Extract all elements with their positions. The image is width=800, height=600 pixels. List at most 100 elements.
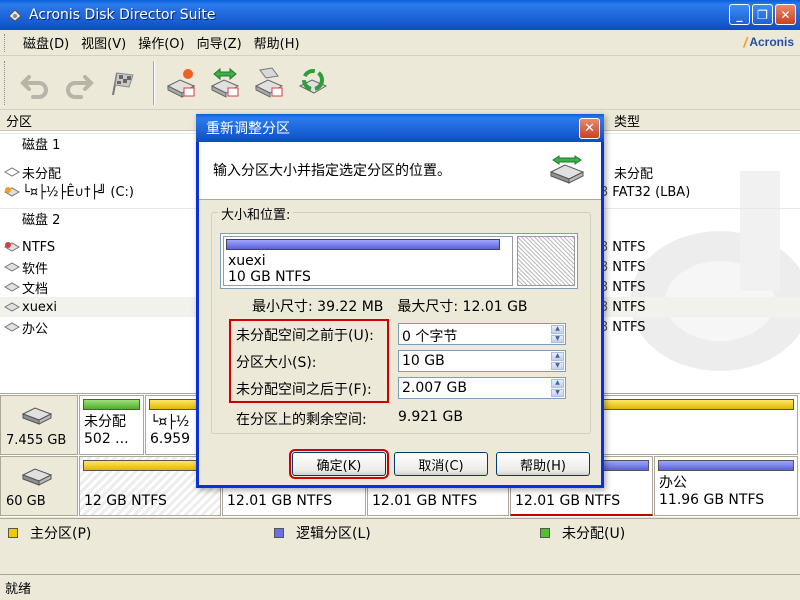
partition-name: └¤├½├Ê∪†├╝ (C:) — [22, 184, 134, 200]
column-partition[interactable]: 分区 — [6, 111, 32, 130]
segment-line2: 6.959 — [150, 431, 191, 447]
disk1-size: 7.455 GB — [6, 433, 67, 448]
disk2-label[interactable]: 60 GB — [0, 456, 78, 516]
unallocated-before-input[interactable]: 0 个字节 ▲ ▼ — [398, 323, 566, 345]
partition-position-slider[interactable]: xuexi 10 GB NTFS — [220, 233, 578, 289]
commit-flag-icon — [112, 71, 134, 95]
remaining-space-label: 在分区上的剩余空间: — [236, 412, 367, 428]
max-size: 最大尺寸: 12.01 GB — [397, 299, 528, 315]
partition-type: 3 NTFS — [600, 240, 645, 255]
cancel-button[interactable]: 取消(C) — [394, 452, 488, 476]
menu-view[interactable]: 视图(V) — [75, 33, 132, 52]
close-button[interactable]: ✕ — [775, 4, 796, 25]
segment-label: 12.01 GB NTFS — [372, 493, 478, 509]
unallocated-swatch — [540, 527, 550, 538]
segment-label: 办公 11.96 GB NTFS — [659, 475, 764, 509]
window-title: Acronis Disk Director Suite — [29, 7, 216, 23]
segment-line1: 未分配 — [84, 414, 126, 430]
recovery-icon — [254, 66, 284, 98]
spin-arrows: ▲ ▼ — [551, 352, 564, 370]
unallocated-after-label: 未分配空间之后于(F): — [236, 382, 372, 398]
partition-name: NTFS — [22, 239, 56, 255]
menu-operation[interactable]: 操作(O) — [132, 33, 190, 52]
new-partition-button[interactable] — [161, 63, 201, 103]
spin-arrows: ▲ ▼ — [551, 325, 564, 343]
partition-type: 3 NTFS — [600, 260, 645, 275]
menu-wizard[interactable]: 向导(Z) — [191, 33, 248, 52]
spin-up[interactable]: ▲ — [551, 325, 564, 334]
recycle-button[interactable] — [293, 63, 333, 103]
dialog-close-button[interactable]: ✕ — [579, 118, 600, 139]
legend-unallocated-label: 未分配(U) — [562, 525, 626, 542]
commit-button[interactable] — [103, 63, 143, 103]
minimize-button[interactable]: _ — [729, 4, 750, 25]
partition-type-value: NTFS — [612, 279, 646, 295]
free-space-block[interactable] — [517, 236, 575, 286]
spin-up[interactable]: ▲ — [551, 352, 564, 361]
acronis-logo: / Acronis — [743, 34, 794, 50]
recovery-button[interactable] — [249, 63, 289, 103]
toolbar-grip[interactable] — [4, 60, 7, 105]
partition-name: 软件 — [22, 261, 49, 277]
partition-type: 3 NTFS — [600, 280, 645, 295]
toolbar-separator — [153, 60, 155, 105]
status-bar: 就绪 — [0, 574, 800, 600]
disk1-unallocated-segment[interactable]: 未分配 502 ... — [79, 395, 144, 455]
legend-primary[interactable]: 主分区(P) — [8, 523, 91, 543]
legend-primary-label: 主分区(P) — [30, 525, 92, 542]
remaining-space-value: 9.921 GB — [398, 409, 463, 425]
spin-down[interactable]: ▼ — [551, 388, 564, 397]
menu-help[interactable]: 帮助(H) — [248, 33, 306, 52]
disk2-size: 60 GB — [6, 494, 46, 509]
dialog-header: 输入分区大小并指定选定分区的位置。 — [199, 142, 601, 200]
copy-partition-button[interactable] — [205, 63, 245, 103]
legend-unallocated[interactable]: 未分配(U) — [540, 523, 625, 543]
dialog-title-bar[interactable]: 重新调整分区 ✕ — [196, 114, 604, 142]
partition-type-value: NTFS — [612, 259, 646, 275]
toolbar — [0, 56, 800, 110]
partition-block[interactable]: xuexi 10 GB NTFS — [223, 236, 513, 286]
partition-type: 3 NTFS — [600, 320, 645, 335]
redo-button[interactable] — [59, 63, 99, 103]
partition-type-value: 未分配 — [614, 166, 654, 182]
partition-size-input[interactable]: 10 GB ▲ ▼ — [398, 350, 566, 372]
partition-type: 3 FAT32 (LBA) — [600, 185, 690, 200]
partition-type-value: FAT32 (LBA) — [612, 184, 691, 200]
menubar-grip[interactable] — [4, 33, 7, 52]
input-value: 0 个字节 — [402, 329, 458, 345]
logical-swatch — [274, 527, 284, 538]
size-position-group: 大小和位置: xuexi 10 GB NTFS 最小尺寸: 39.22 MB 最大… — [211, 204, 591, 434]
unallocated-icon — [4, 167, 20, 177]
app-window: Acronis Disk Director Suite _ ❐ ✕ 磁盘(D) … — [0, 0, 800, 600]
spin-down[interactable]: ▼ — [551, 334, 564, 343]
partition-type-value: NTFS — [612, 299, 646, 315]
legend-bar: 主分区(P) 逻辑分区(L) 未分配(U) — [0, 518, 800, 546]
unallocated-after-input[interactable]: 2.007 GB ▲ ▼ — [398, 377, 566, 399]
partition-block-label: xuexi 10 GB NTFS — [228, 253, 311, 285]
undo-button[interactable] — [15, 63, 55, 103]
segment-label: 12.01 GB NTFS — [515, 493, 621, 509]
partition-icon — [4, 282, 20, 292]
hard-disk-icon — [21, 407, 53, 425]
app-icon — [8, 9, 22, 22]
segment-label: 12.01 GB NTFS — [227, 493, 333, 509]
spin-down[interactable]: ▼ — [551, 361, 564, 370]
partition-name: xuexi — [22, 299, 58, 315]
copy-partition-icon — [210, 67, 240, 98]
title-bar: Acronis Disk Director Suite _ ❐ ✕ — [0, 0, 800, 30]
partition-type: 3 NTFS — [600, 300, 645, 315]
input-value: 2.007 GB — [402, 380, 467, 396]
min-size: 最小尺寸: 39.22 MB — [252, 299, 384, 315]
column-type[interactable]: 类型 — [614, 111, 640, 130]
partition-name: 文档 — [22, 281, 49, 297]
brand-text: Acronis — [749, 35, 794, 49]
disk2-segment-office[interactable]: 办公 11.96 GB NTFS — [654, 456, 798, 516]
help-button[interactable]: 帮助(H) — [496, 452, 590, 476]
legend-logical[interactable]: 逻辑分区(L) — [274, 523, 371, 543]
menu-disk[interactable]: 磁盘(D) — [17, 33, 75, 52]
maximize-button[interactable]: ❐ — [752, 4, 773, 25]
ok-button[interactable]: 确定(K) — [289, 449, 389, 479]
spin-up[interactable]: ▲ — [551, 379, 564, 388]
undo-icon — [20, 74, 48, 99]
disk1-label[interactable]: 7.455 GB — [0, 395, 78, 455]
